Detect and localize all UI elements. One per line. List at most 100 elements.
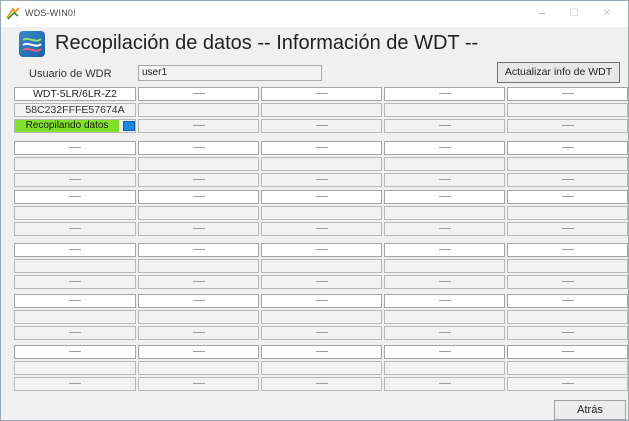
wdt-cell [138,173,259,187]
wdt-cell [384,294,505,308]
wdt-cell [261,243,382,257]
back-button[interactable]: Atrás [554,400,626,420]
close-button[interactable]: ✕ [592,3,622,25]
wdt-cell [507,345,628,359]
wdt-row-6 [14,345,628,391]
wdt-cell [507,275,628,289]
wdt-cell [261,190,382,204]
wdt-row-4 [14,243,628,289]
wdt-row-5 [14,294,628,340]
wdt-cell [507,157,628,171]
wdt-cell [138,190,259,204]
wdt-cell [138,326,259,340]
wdt-cell [138,243,259,257]
status-badge: Recopilando datos [15,120,119,132]
wdt-cell [138,361,259,375]
wdt-cell [507,206,628,220]
wdt-cell [14,222,136,236]
wdt-cell [261,103,382,117]
wdt-cell [138,345,259,359]
wdt-cell [384,119,505,133]
app-icon [6,7,20,20]
wdt-cell [138,222,259,236]
wdt-cell [261,119,382,133]
wdt-cell [507,294,628,308]
wdt-cell [507,243,628,257]
wdt-cell [138,310,259,324]
wdt-cell [384,275,505,289]
wdt-cell [261,206,382,220]
wdt-cell [138,377,259,391]
wdt-cell [261,294,382,308]
wdt-cell [138,294,259,308]
wdt-cell [384,259,505,273]
wdt-cell [384,190,505,204]
wdt-cell [14,361,136,375]
wdt-cell [261,259,382,273]
wdt-cell [384,206,505,220]
wdt-cell [384,377,505,391]
app-window: WDS-WIN0! – ☐ ✕ Recopilación de datos --… [0,0,629,421]
wdt-cell [261,310,382,324]
wdt-cell [507,173,628,187]
wdt-cell [384,243,505,257]
wdt-cell [384,87,505,101]
wdt-cell [14,275,136,289]
wdt-cell [138,87,259,101]
wdt-cell [507,361,628,375]
wdt-cell [14,173,136,187]
wdt-cell [14,190,136,204]
wdt-cell [384,310,505,324]
wdt-cell [138,141,259,155]
wdt-cell [507,119,628,133]
wdt-cell [384,222,505,236]
wdt-cell [138,206,259,220]
status-indicator-icon [123,121,135,131]
wdt-row-1: WDT-5LR/6LR-Z2 58C232FFFE57674A Recopila… [14,87,628,133]
wdt-cell [507,310,628,324]
refresh-wdt-info-button[interactable]: Actualizar info de WDT [497,62,620,83]
wdt-cell [384,326,505,340]
wdt-cell [14,294,136,308]
wdt-cell [261,361,382,375]
wdt-cell [507,222,628,236]
wdt-cell [261,275,382,289]
wdt-cell [384,361,505,375]
wdt-cell [507,87,628,101]
wdt-cell [138,259,259,273]
wds-logo-icon [19,31,45,57]
wdt-cell [384,141,505,155]
wdt-cell [507,141,628,155]
wdt-cell [14,326,136,340]
wdt-cell [507,326,628,340]
wdt-cell [14,141,136,155]
wdt-cell [507,103,628,117]
maximize-button[interactable]: ☐ [559,3,589,25]
wdt-grid: WDT-5LR/6LR-Z2 58C232FFFE57674A Recopila… [14,87,628,402]
wdt-cell [507,377,628,391]
wdt-cell [261,157,382,171]
wdt-cell [261,326,382,340]
wdt-cell [138,275,259,289]
wdt-cell [261,141,382,155]
wdt-cell [384,103,505,117]
user-label: Usuario de WDR [29,68,112,80]
wdt-status: Recopilando datos [14,119,136,133]
title-bar: WDS-WIN0! – ☐ ✕ [1,1,628,27]
wdt-cell [14,345,136,359]
wdt-cell [384,157,505,171]
minimize-button[interactable]: – [527,3,557,25]
wdt-cell [138,157,259,171]
wdt-cell [14,377,136,391]
wdt-cell [384,173,505,187]
wdt-cell [261,377,382,391]
wdt-row-2 [14,141,628,187]
wdt-cell [261,87,382,101]
wdt-cell [14,310,136,324]
wdt-row-3 [14,190,628,236]
wdt-cell [261,345,382,359]
user-field: user1 [138,65,322,81]
wdt-cell [261,173,382,187]
window-title: WDS-WIN0! [25,8,76,18]
wdt-cell [384,345,505,359]
